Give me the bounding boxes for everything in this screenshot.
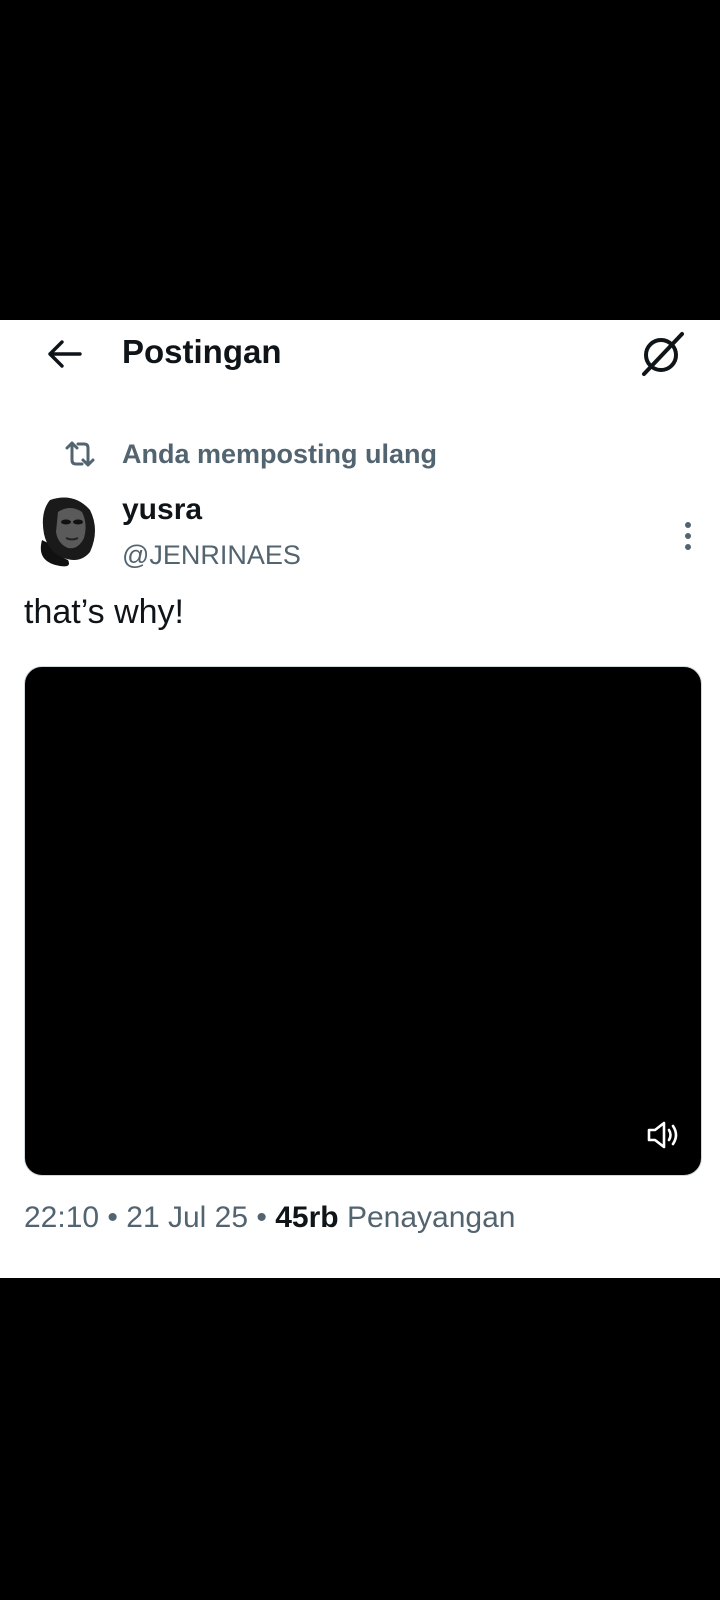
more-vertical-icon <box>685 522 691 550</box>
meta-separator: • <box>256 1201 267 1234</box>
page-title: Postingan <box>122 333 282 370</box>
more-options-button[interactable] <box>670 516 706 556</box>
user-handle[interactable]: @JENRINAES <box>122 538 301 572</box>
grok-icon <box>642 332 684 376</box>
post-date: 21 Jul 25 <box>126 1201 249 1234</box>
screen-frame: Postingan Anda memposting ulang yusra @J… <box>0 0 720 1600</box>
display-name[interactable]: yusra <box>122 492 202 528</box>
arrow-left-icon <box>48 340 82 368</box>
volume-icon <box>647 1121 678 1149</box>
repost-icon <box>65 441 95 467</box>
meta-separator: • <box>107 1201 118 1234</box>
view-count-label[interactable]: Penayangan <box>347 1201 516 1234</box>
avatar-image <box>24 490 104 570</box>
view-count[interactable]: 45rb <box>275 1201 338 1234</box>
post-detail-screen: Postingan Anda memposting ulang yusra @J… <box>0 320 720 1278</box>
video-player[interactable] <box>24 666 702 1176</box>
post-time: 22:10 <box>24 1201 100 1234</box>
avatar[interactable] <box>24 490 104 570</box>
grok-button[interactable] <box>636 328 688 380</box>
back-button[interactable] <box>42 332 86 376</box>
repost-indicator[interactable]: Anda memposting ulang <box>62 436 437 472</box>
post-metadata: 22:10 • 21 Jul 25 • 45rb Penayangan <box>24 1198 515 1238</box>
top-bar: Postingan <box>0 320 720 386</box>
post-text: that’s why! <box>24 593 185 631</box>
volume-button[interactable] <box>643 1115 683 1155</box>
repost-label: Anda memposting ulang <box>122 438 438 469</box>
